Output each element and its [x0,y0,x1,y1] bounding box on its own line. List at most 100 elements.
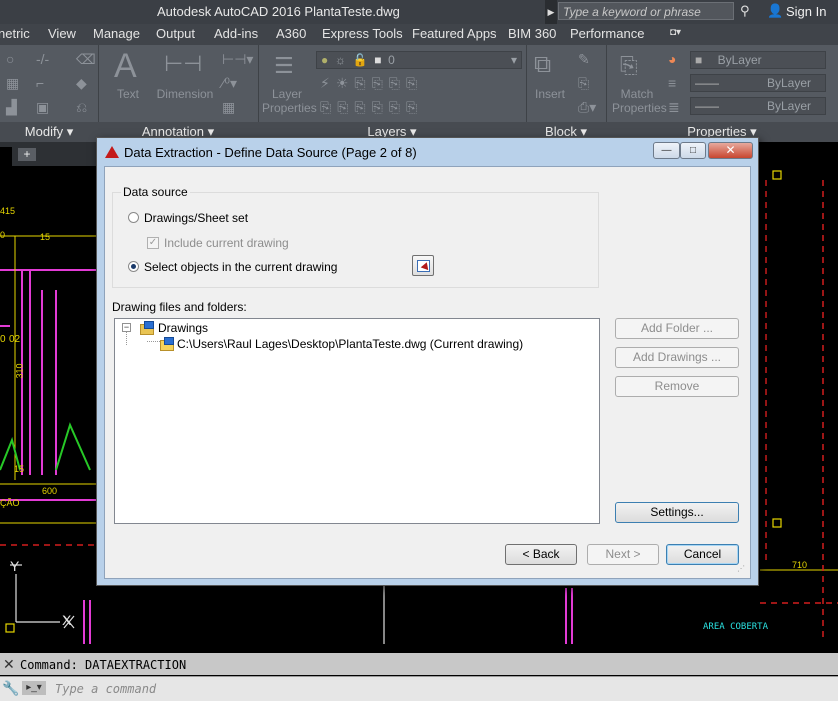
files-folders-label: Drawing files and folders: [112,300,247,314]
command-prompt-icon[interactable]: ▸_▾ [22,681,46,695]
dimension-icon[interactable]: ⊢⊣ [164,51,202,77]
add-drawings-button[interactable]: Add Drawings ... [615,347,739,368]
radio-select-objects[interactable] [128,261,139,272]
resize-grip-icon[interactable]: ⋰ [737,565,747,575]
insert-label: Insert [534,87,565,101]
window-title: Autodesk AutoCAD 2016 PlantaTeste.dwg [157,4,400,19]
command-line: 🔧 ▸_▾ Type a command [0,676,838,701]
trim-icon[interactable]: -/- [36,51,49,67]
dim-label-710: 710 [792,560,808,570]
tab-featured-apps[interactable]: Featured Apps [412,26,497,41]
rotate-icon[interactable]: ○ [6,51,14,67]
dim-label-310: 310 [14,363,25,379]
color-wheel-icon[interactable]: ◕ [668,51,676,67]
insert-block-icon[interactable]: ⧉ [534,51,551,79]
folder-icon [140,321,154,335]
linetype-icon[interactable]: ≡ [668,75,676,91]
panel-properties: ⎘ Match Properties ◕ ≡ ≣ ■ ByLayer —— By… [606,45,838,142]
cancel-button[interactable]: Cancel [666,544,739,565]
ribbon-options-icon[interactable]: ◘▾ [670,27,681,38]
command-input[interactable]: Type a command [55,682,156,696]
next-button[interactable]: Next > [587,544,659,565]
sign-in-link[interactable]: Sign In [786,4,826,19]
table-icon[interactable]: ▦ [222,99,235,116]
tab-add-ins[interactable]: Add-ins [214,26,258,41]
layer-tools-row2-icon[interactable]: ⎘⎘⎘⎘⎘⎘ [320,99,423,116]
color-dropdown[interactable]: ■ ByLayer [690,51,826,69]
drawings-sheet-set-label[interactable]: Drawings/Sheet set [144,211,248,225]
block-attr-icon[interactable]: ⎙▾ [578,99,596,116]
tab-output[interactable]: Output [156,26,195,41]
array-icon[interactable]: ▣ [36,99,49,116]
tab-express-tools[interactable]: Express Tools [322,26,403,41]
tab-a360[interactable]: A360 [276,26,306,41]
fillet-icon[interactable]: ⌐ [36,75,44,91]
tab-manage[interactable]: Manage [93,26,140,41]
new-tab-icon[interactable]: + [18,148,36,161]
dimension-label: Dimension [156,87,214,101]
remove-button[interactable]: Remove [615,376,739,397]
dim-label-15: 15 [40,232,51,242]
layer-value: 0 [388,53,395,67]
mirror-icon[interactable]: ▟ [6,99,17,116]
match-properties-icon[interactable]: ⎘ [620,53,638,79]
tab-view[interactable]: View [48,26,76,41]
copy-icon[interactable]: ▦ [6,75,19,92]
leader-icon[interactable]: ⁄⁰▾ [222,75,237,92]
erase-icon[interactable]: ⌫ [76,51,96,68]
command-history-text: Command: DATAEXTRACTION [20,658,187,672]
maximize-button[interactable]: □ [680,142,706,159]
add-folder-button[interactable]: Add Folder ... [615,318,739,339]
select-objects-button[interactable] [412,255,434,276]
current-file-tab[interactable] [0,147,12,166]
radio-drawings-sheet-set[interactable] [128,212,139,223]
dialog-title: Data Extraction - Define Data Source (Pa… [124,145,417,160]
panel-layers: ☰ Layer Properties ● ☼ 🔓 ■ 0 ▾ ⚡☀⎘⎘⎘⎘ ⎘⎘… [258,45,527,142]
collapse-icon[interactable]: − [122,323,131,332]
dim-label-0b: 0 [0,334,6,345]
dim-label-415: 415 [0,206,16,216]
binoculars-icon[interactable]: ⚲ [740,3,750,19]
search-input[interactable]: Type a keyword or phrase [558,2,734,20]
data-source-label: Data source [121,185,190,199]
close-button[interactable]: ✕ [708,142,753,159]
lineweight-dropdown[interactable]: —— ByLayer [690,97,826,115]
lineweight-icon[interactable]: ≣ [668,99,680,116]
color-value: ByLayer [717,53,762,67]
linear-dim-icon[interactable]: ⊢⊣▾ [222,51,253,68]
tree-root-drawings[interactable]: Drawings [158,321,208,335]
tab-bim-360[interactable]: BIM 360 [508,26,556,41]
color-swatch: ■ [695,53,703,67]
title-bar: Autodesk AutoCAD 2016 PlantaTeste.dwg ▶ … [0,0,838,24]
dwg-file-icon [160,337,174,351]
wrench-icon[interactable]: 🔧 [2,680,19,697]
layer-dropdown[interactable]: ● ☼ 🔓 ■ 0 ▾ [316,51,522,69]
explode-icon[interactable]: ◆ [76,75,87,92]
edit-block-icon[interactable]: ⎘ [578,75,589,92]
offset-icon[interactable]: ⎌ [76,99,87,116]
back-button[interactable]: < Back [505,544,577,565]
close-icon[interactable]: ✕ [3,656,15,673]
select-objects-label[interactable]: Select objects in the current drawing [144,260,337,274]
include-current-checkbox[interactable]: ✓ [147,237,159,249]
tab-performance[interactable]: Performance [570,26,644,41]
tree-file-plantateste[interactable]: C:\Users\Raul Lages\Desktop\PlantaTeste.… [177,337,523,351]
user-icon[interactable]: 👤 [767,3,783,19]
command-history: ✕ Command: DATAEXTRACTION [0,653,838,675]
file-tab-bar: + [0,142,100,166]
dim-label-600: 600 [42,486,58,496]
create-block-icon[interactable]: ✎ [578,51,590,68]
layer-properties-icon[interactable]: ☰ [274,53,294,79]
include-current-label[interactable]: Include current drawing [164,236,289,250]
layer-tools-row1-icon[interactable]: ⚡☀⎘⎘⎘⎘ [320,75,423,92]
tab-parametric[interactable]: netric [0,26,30,41]
text-icon[interactable]: A [114,47,137,86]
drawing-files-tree[interactable]: − Drawings C:\Users\Raul Lages\Desktop\P… [114,318,600,524]
minimize-button[interactable]: — [653,142,680,159]
linetype-dropdown[interactable]: —— ByLayer [690,74,826,92]
search-expand-icon[interactable]: ▶ [545,0,557,24]
settings-button[interactable]: Settings... [615,502,739,523]
panel-modify: ○ -/- ⌫ ▦ ⌐ ◆ ▟ ▣ ⎌ Modify ▾ [0,45,99,142]
panel-modify-title[interactable]: Modify ▾ [0,122,98,142]
dialog-client: Data source Drawings/Sheet set ✓ Include… [104,166,751,579]
